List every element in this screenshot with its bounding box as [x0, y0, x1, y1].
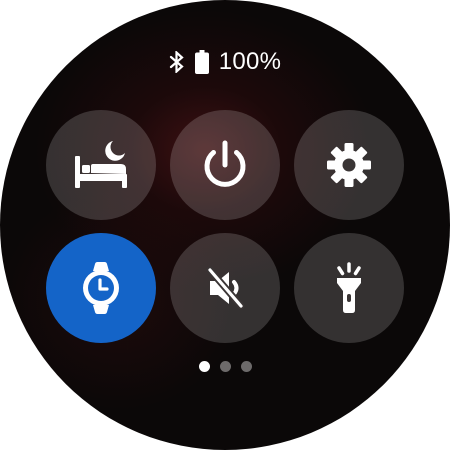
page-dot-2[interactable] — [219, 360, 231, 372]
page-dot-1[interactable] — [198, 360, 210, 372]
watch-only-mode-toggle[interactable] — [46, 233, 156, 343]
bedtime-mode-toggle[interactable] — [46, 110, 156, 220]
flashlight-icon — [337, 262, 361, 313]
battery-icon — [194, 50, 209, 74]
speaker-muted-icon — [206, 266, 245, 310]
gear-icon — [327, 143, 371, 187]
watch-icon — [83, 262, 119, 314]
watch-screen: 100% — [0, 0, 450, 450]
flashlight-toggle[interactable] — [294, 233, 404, 343]
power-button[interactable] — [170, 110, 280, 220]
power-icon — [204, 140, 246, 187]
page-indicator — [0, 360, 450, 372]
battery-percentage: 100% — [218, 48, 282, 75]
settings-button[interactable] — [294, 110, 404, 220]
bed-moon-icon — [75, 141, 127, 188]
bluetooth-icon — [169, 51, 184, 73]
sound-mute-toggle[interactable] — [170, 233, 280, 343]
page-dot-3[interactable] — [240, 360, 252, 372]
status-bar: 100% — [0, 47, 450, 77]
